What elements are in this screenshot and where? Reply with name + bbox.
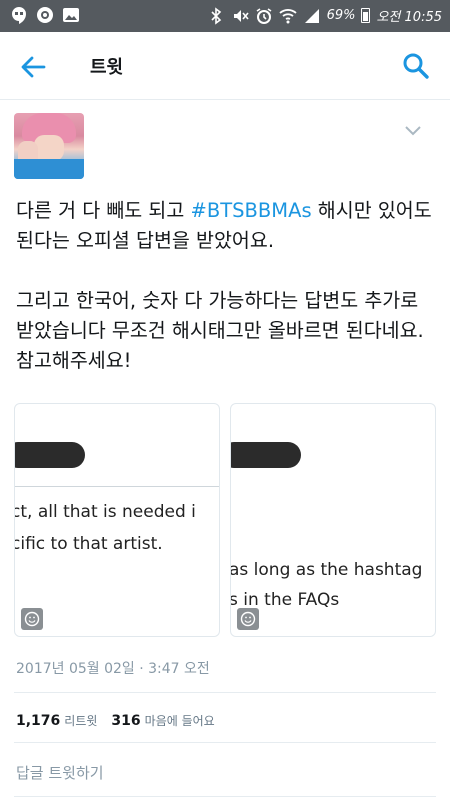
image-divider (15, 486, 219, 487)
retweets-label: 리트윗 (64, 714, 98, 728)
tweet-timestamp: 2017년 05월 02일 · 3:47 오전 (16, 661, 210, 677)
clock: 오전 10:55 (376, 10, 442, 25)
tweet-text-part2: 해시만 있어도 된다는 오피셜 답변을 받았어요. 그리고 한국어, 숫자 다 … (16, 199, 432, 372)
smiley-icon[interactable] (237, 608, 259, 630)
battery-icon (361, 8, 371, 23)
status-bar: 69% 오전 10:55 (0, 0, 450, 32)
bluetooth-icon (210, 6, 221, 25)
image-text-line: ct, all that is needed i (14, 502, 196, 522)
gallery-icon (63, 8, 79, 22)
image-text-line: as long as the hashtag (230, 560, 423, 580)
hangouts-icon (12, 7, 26, 24)
hashtag-link[interactable]: #BTSBBMAs (191, 199, 312, 222)
redacted-pill (15, 442, 85, 468)
avatar[interactable] (14, 113, 84, 179)
divider (14, 742, 436, 743)
avatar-shirt (14, 159, 84, 179)
divider (14, 692, 436, 693)
signal-icon (304, 8, 319, 23)
app-bar: 트윗 (0, 32, 450, 100)
arrow-left-icon[interactable] (18, 52, 48, 82)
chevron-down-icon[interactable] (404, 124, 422, 136)
likes-label: 마음에 들어요 (144, 714, 215, 728)
search-icon[interactable] (402, 52, 430, 80)
avatar-face (34, 135, 64, 161)
mute-icon (233, 9, 249, 22)
tweet-stats: 1,176 리트윗 316 마음에 들어요 (16, 712, 215, 729)
image-text-line: s in the FAQs (230, 590, 340, 610)
tweet-text: 다른 거 다 빼도 되고 #BTSBBMAs 해시만 있어도 된다는 오피셜 답… (16, 196, 438, 376)
tweet-image-1[interactable]: ct, all that is needed i cific to that a… (14, 403, 220, 637)
wifi-icon (278, 8, 297, 23)
camera-icon (37, 7, 53, 23)
retweets-count: 1,176 (16, 713, 61, 729)
retweets-stat[interactable]: 1,176 리트윗 (16, 712, 97, 729)
page-title: 트윗 (90, 57, 124, 78)
likes-stat[interactable]: 316 마음에 들어요 (111, 712, 214, 729)
smiley-icon[interactable] (21, 608, 43, 630)
reply-tweet-button[interactable]: 답글 트윗하기 (16, 762, 104, 783)
tweet-image-2[interactable]: as long as the hashtag s in the FAQs (230, 403, 436, 637)
alarm-icon (256, 7, 272, 24)
battery-percent: 69% (326, 8, 356, 23)
likes-count: 316 (111, 713, 141, 729)
redacted-pill (231, 442, 301, 468)
divider (14, 796, 436, 797)
tweet-text-part1: 다른 거 다 빼도 되고 (16, 199, 191, 222)
image-text-line: cific to that artist. (14, 534, 163, 554)
